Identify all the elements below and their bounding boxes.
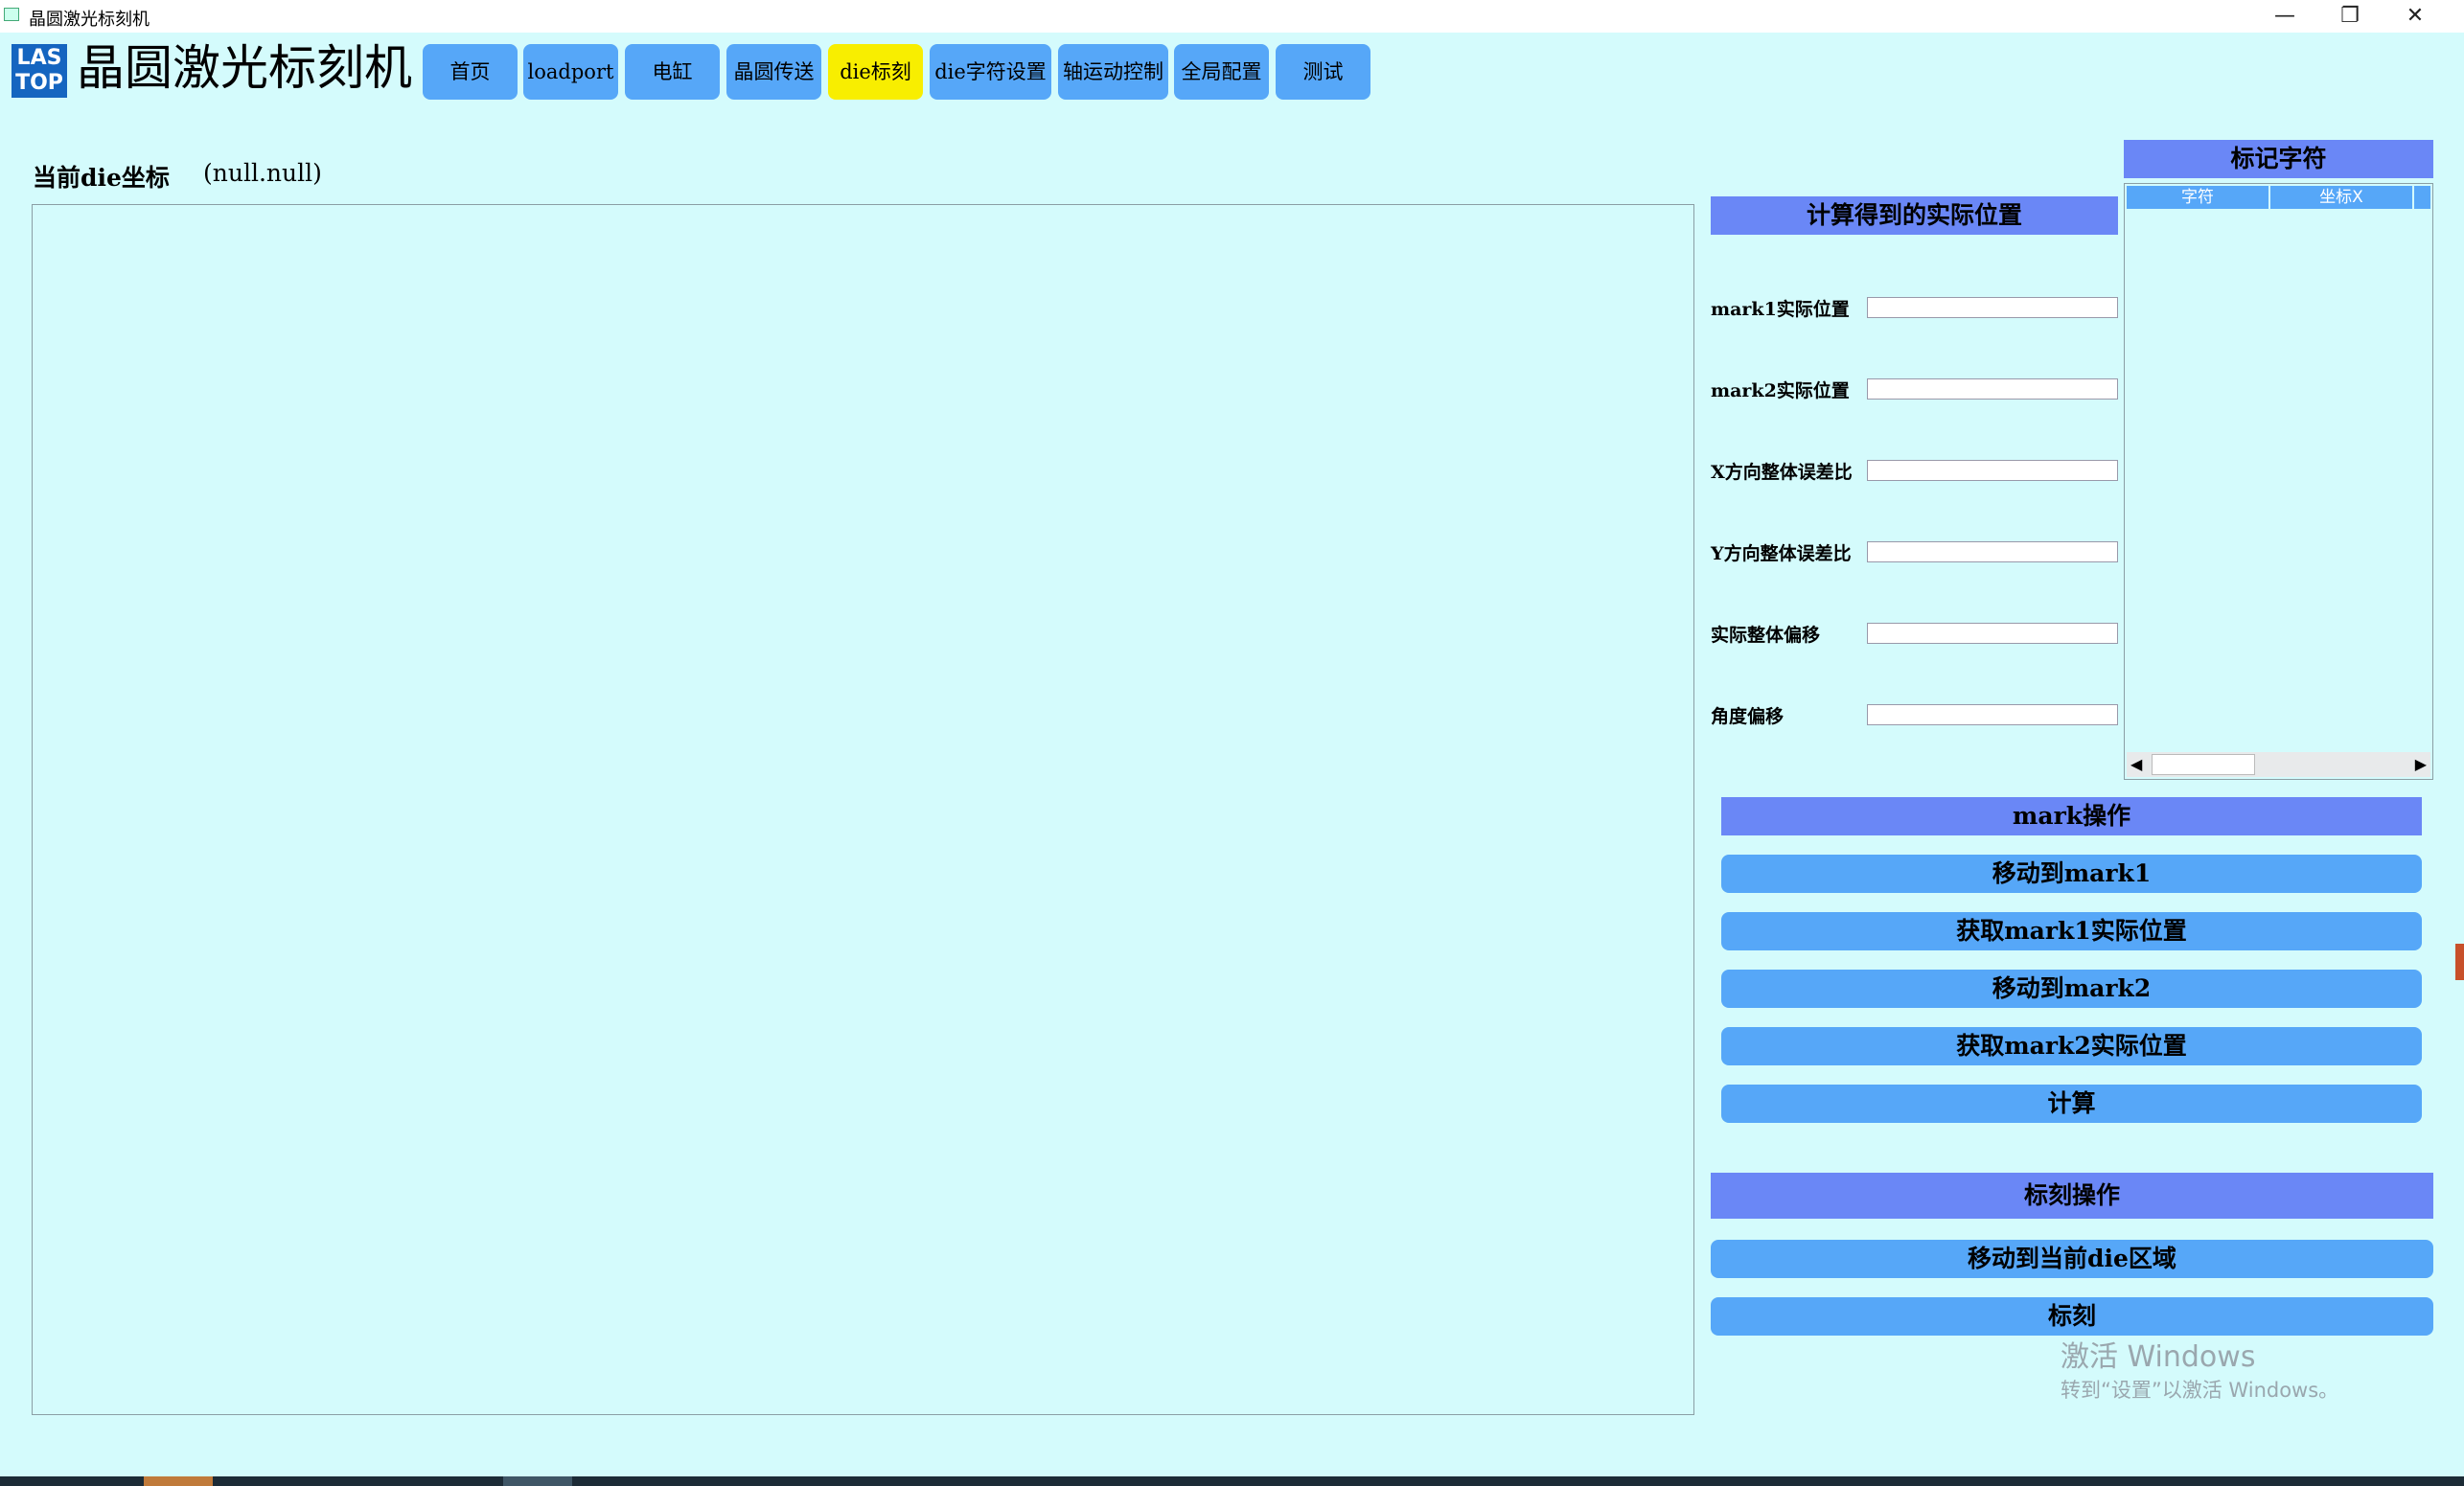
x-error-ratio-field[interactable] xyxy=(1867,460,2118,481)
tab-home[interactable]: 首页 xyxy=(423,44,518,100)
x-error-ratio-label: X方向整体误差比 xyxy=(1711,462,1853,483)
y-error-ratio-field[interactable] xyxy=(1867,541,2118,562)
tab-wafer-transfer[interactable]: 晶圆传送 xyxy=(726,44,821,100)
watermark-title: 激活 Windows xyxy=(2061,1340,2256,1374)
tab-loadport[interactable]: loadport xyxy=(523,44,618,100)
mark-chars-table[interactable]: 字符 坐标X ◀ ▶ xyxy=(2124,183,2433,780)
minimize-button[interactable]: — xyxy=(2252,0,2317,33)
tab-global-config[interactable]: 全局配置 xyxy=(1174,44,1269,100)
taskbar-item[interactable] xyxy=(503,1476,572,1486)
mark2-position-field[interactable] xyxy=(1867,378,2118,400)
current-die-coord-value: (null.null) xyxy=(203,159,322,187)
close-button[interactable]: ✕ xyxy=(2383,0,2448,33)
tab-die-char-settings[interactable]: die字符设置 xyxy=(930,44,1051,100)
scroll-right-icon[interactable]: ▶ xyxy=(2415,755,2427,773)
calculate-button[interactable]: 计算 xyxy=(1721,1085,2422,1123)
lastop-logo: LAS TOP xyxy=(12,44,67,98)
move-to-mark1-button[interactable]: 移动到mark1 xyxy=(1721,855,2422,893)
get-mark2-position-button[interactable]: 获取mark2实际位置 xyxy=(1721,1027,2422,1065)
get-mark1-position-button[interactable]: 获取mark1实际位置 xyxy=(1721,912,2422,950)
angle-offset-label: 角度偏移 xyxy=(1711,706,1785,727)
taskbar-item[interactable] xyxy=(144,1476,213,1486)
mark-ops-header: mark操作 xyxy=(1721,797,2422,835)
die-map-canvas[interactable] xyxy=(32,204,1694,1415)
watermark-subtitle: 转到“设置”以激活 Windows。 xyxy=(2061,1379,2339,1402)
calc-position-header: 计算得到的实际位置 xyxy=(1711,196,2118,235)
column-header-overflow xyxy=(2414,186,2430,209)
angle-offset-field[interactable] xyxy=(1867,704,2118,725)
scroll-left-icon[interactable]: ◀ xyxy=(2130,755,2142,773)
move-to-die-area-button[interactable]: 移动到当前die区域 xyxy=(1711,1240,2433,1278)
windows-activation-watermark: 激活 Windows 转到“设置”以激活 Windows。 xyxy=(2061,1339,2338,1405)
edge-marker xyxy=(2455,944,2464,980)
current-die-coord-label: 当前die坐标 xyxy=(33,164,170,192)
column-header-coord-x[interactable]: 坐标X xyxy=(2270,186,2412,209)
mark-chars-header: 标记字符 xyxy=(2124,140,2433,178)
column-header-char[interactable]: 字符 xyxy=(2127,186,2268,209)
scrollbar-thumb[interactable] xyxy=(2152,754,2255,775)
title-bar: 晶圆激光标刻机 — ❐ ✕ xyxy=(0,0,2464,33)
engrave-button[interactable]: 标刻 xyxy=(1711,1297,2433,1336)
overall-offset-label: 实际整体偏移 xyxy=(1711,625,1821,646)
window-title: 晶圆激光标刻机 xyxy=(29,10,150,30)
tab-axis-motion[interactable]: 轴运动控制 xyxy=(1058,44,1168,100)
tab-cylinder[interactable]: 电缸 xyxy=(625,44,720,100)
overall-offset-field[interactable] xyxy=(1867,623,2118,644)
logo-line-2: TOP xyxy=(15,71,63,95)
move-to-mark2-button[interactable]: 移动到mark2 xyxy=(1721,970,2422,1008)
maximize-button[interactable]: ❐ xyxy=(2317,0,2383,33)
app-icon xyxy=(4,8,19,21)
tab-die-marking[interactable]: die标刻 xyxy=(828,44,923,100)
engrave-ops-header: 标刻操作 xyxy=(1711,1173,2433,1219)
logo-line-1: LAS xyxy=(16,46,62,70)
taskbar xyxy=(0,1476,2464,1486)
mark2-position-label: mark2实际位置 xyxy=(1711,380,1850,401)
horizontal-scrollbar[interactable]: ◀ ▶ xyxy=(2127,752,2430,777)
mark1-position-label: mark1实际位置 xyxy=(1711,299,1850,320)
tab-test[interactable]: 测试 xyxy=(1276,44,1370,100)
y-error-ratio-label: Y方向整体误差比 xyxy=(1711,543,1852,564)
mark1-position-field[interactable] xyxy=(1867,297,2118,318)
app-title: 晶圆激光标刻机 xyxy=(77,40,412,96)
